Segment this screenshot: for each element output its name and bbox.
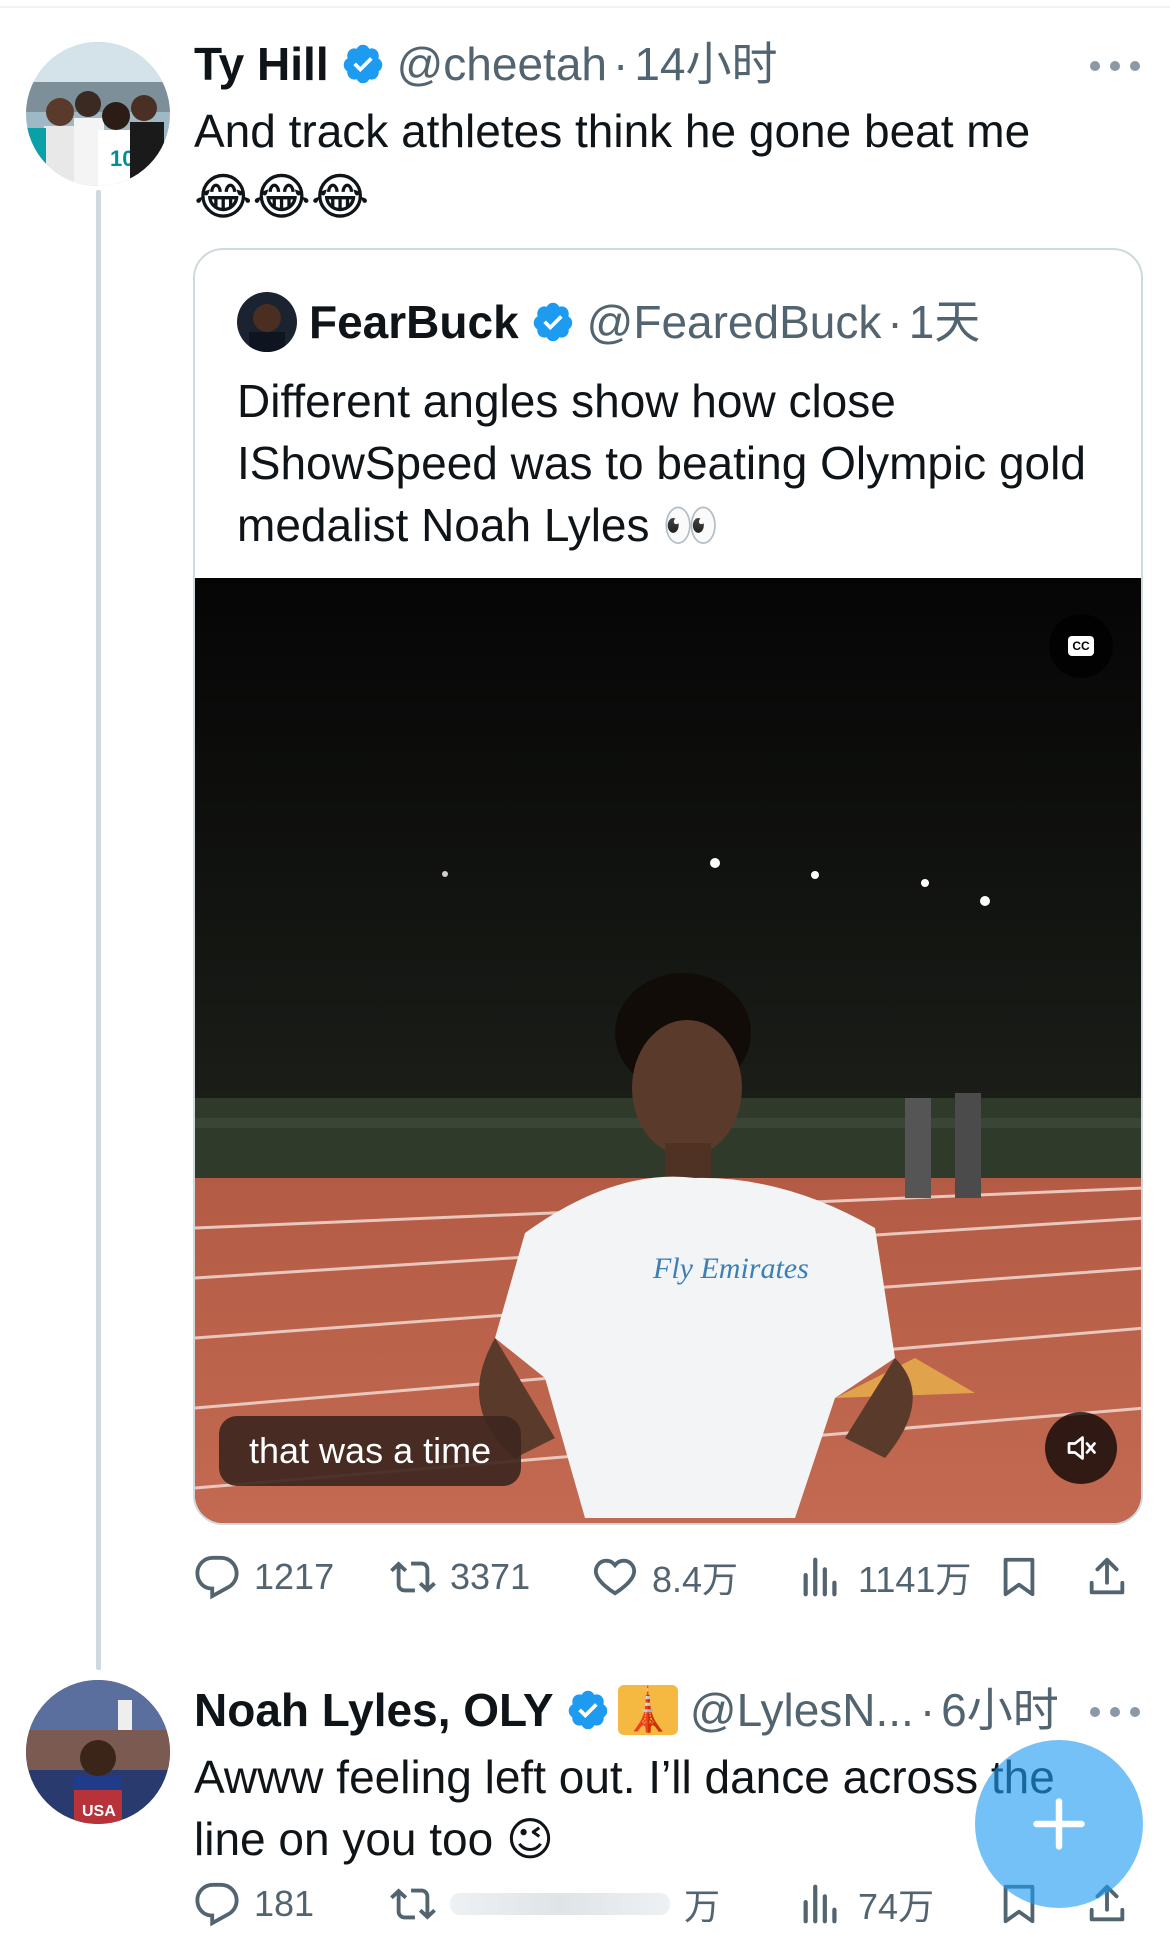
user-handle[interactable]: @LylesN... [690,1682,914,1738]
quoted-tweet-header: FearBuck @FearedBuck · 1天 [309,294,980,350]
like-button[interactable]: 8.4万 [592,1547,738,1607]
quoted-timestamp[interactable]: 1天 [909,294,981,350]
like-count: 8.4万 [652,1559,739,1600]
obscured-counts [450,1893,670,1915]
reply-icon [195,1882,239,1927]
tweet-ty-hill[interactable]: 10 Ty Hill @cheetah · 14小时 And track ath… [0,0,1170,1660]
tweet-header: Ty Hill @cheetah · 14小时 [194,36,778,92]
tweet-text: And track athletes think he gone beat me… [194,100,1134,232]
views-button[interactable]: 74万 [798,1874,934,1934]
user-handle[interactable]: @cheetah [397,36,607,92]
views-count: 1141万 [858,1559,972,1600]
cc-icon[interactable]: CC [1049,614,1113,678]
avatar-ty-hill[interactable]: 10 [26,42,170,186]
verified-badge-icon [531,300,575,344]
verified-badge-icon [566,1688,610,1732]
tweet-header: Noah Lyles, OLY 🗼 @LylesN... · 6小时 [194,1682,1059,1738]
reply-button[interactable]: 1217 [194,1547,334,1607]
separator-dot: · [887,296,903,348]
separator-dot: · [919,1684,936,1736]
views-button[interactable]: 1141万 [798,1547,971,1607]
svg-text:USA: USA [82,1803,116,1820]
views-icon [803,1557,837,1597]
compose-plus-icon [1033,1798,1085,1850]
winking-emoji: 😉 [506,1813,554,1865]
more-icon[interactable] [1090,1702,1140,1722]
jersey-text: Fly Emirates [652,1252,809,1285]
tweet-actions: 181 万 74万 [194,1874,1139,1934]
tweet-text-line: And track athletes think he gone beat me [194,105,1031,157]
share-button[interactable] [1084,1547,1130,1607]
mute-icon[interactable] [1045,1412,1117,1484]
retweet-button[interactable]: 3371 [390,1547,530,1607]
quoted-tweet-card[interactable]: FearBuck @FearedBuck · 1天 Different angl… [193,248,1143,1525]
timestamp[interactable]: 14小时 [634,36,777,92]
reply-button[interactable]: 181 [194,1874,314,1934]
verified-badge-icon [341,42,385,86]
tweet-actions: 1217 3371 8.4万 1141万 [194,1547,1139,1607]
views-icon [803,1884,837,1924]
laughing-emoji-row: 😂😂😂 [194,169,370,225]
video-caption: that was a time [219,1416,522,1486]
eiffel-tower-badge: 🗼 [617,1685,678,1735]
retweet-icon [390,1561,436,1593]
timestamp[interactable]: 6小时 [941,1682,1059,1738]
bookmark-button[interactable] [996,1547,1042,1607]
quoted-user-handle[interactable]: @FearedBuck [587,294,882,350]
avatar-fearbuck[interactable] [237,292,297,352]
more-icon[interactable] [1090,56,1140,76]
views-count: 74万 [858,1886,935,1927]
share-icon [1089,1557,1125,1595]
compose-button[interactable] [975,1740,1143,1908]
display-name[interactable]: Noah Lyles, OLY [194,1682,554,1738]
display-name[interactable]: Ty Hill [194,36,329,92]
avatar-noah-lyles[interactable]: USA [26,1680,170,1824]
reply-count: 1217 [254,1556,335,1597]
like-icon [593,1558,637,1596]
obscured-count-suffix: 万 [684,1886,721,1927]
cc-label: CC [1068,636,1094,656]
quoted-display-name[interactable]: FearBuck [309,294,519,350]
reply-icon [195,1555,239,1600]
video-frame: Fly Emirates [195,578,1141,1523]
reply-count: 181 [254,1883,315,1924]
quoted-tweet-text: Different angles show how close IShowSpe… [237,375,1086,551]
retweet-count: 3371 [450,1556,531,1597]
separator-dot: · [613,38,629,90]
retweet-button[interactable]: 万 [390,1874,720,1934]
video-player[interactable]: Fly Emirates CC that was a time [195,578,1141,1523]
tweet-text-line: Awww feeling left out. I’ll dance across… [194,1751,1055,1865]
retweet-icon [390,1888,436,1920]
bookmark-icon [1003,1557,1035,1597]
